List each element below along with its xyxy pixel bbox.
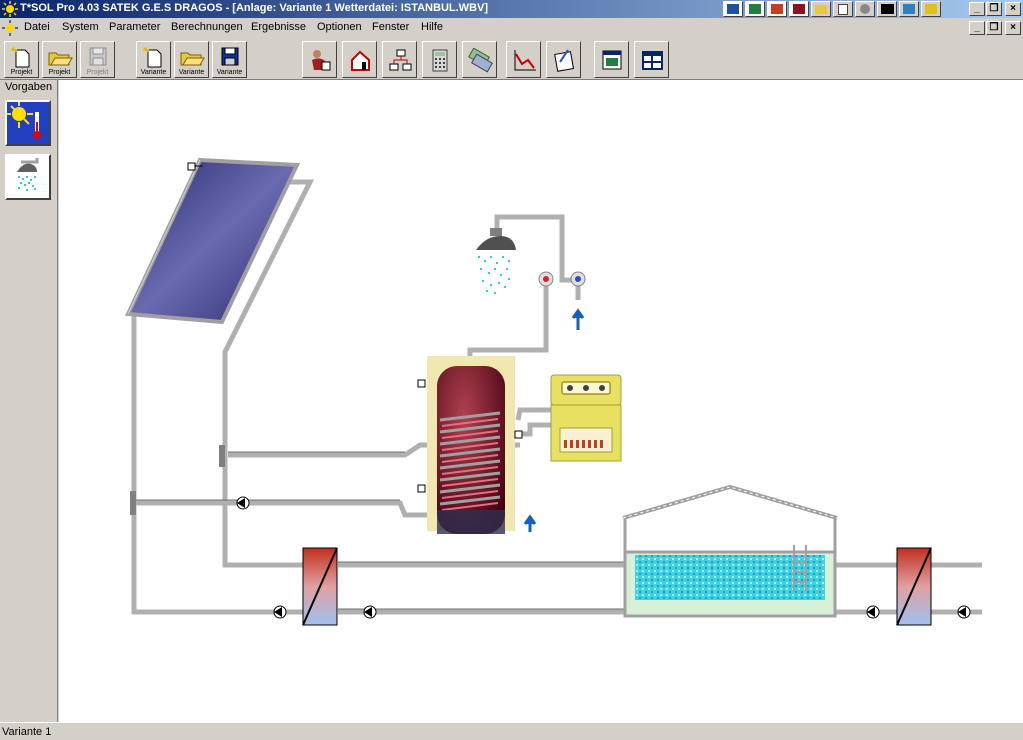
save-disk-icon [221, 47, 239, 66]
collector-return-valve-2[interactable] [130, 491, 136, 515]
solar-collector[interactable] [124, 157, 301, 325]
restore-button[interactable]: ❐ [986, 2, 1002, 16]
calculator-icon [432, 49, 448, 72]
menu-berechnungen[interactable]: Berechnungen [171, 21, 243, 33]
swimming-pool[interactable] [622, 484, 838, 618]
word-icon[interactable] [723, 1, 743, 17]
chart-tool-button[interactable] [506, 41, 541, 78]
menu-bar: Datei System Parameter Berechnungen Erge… [0, 18, 1023, 38]
save-disk-icon [89, 47, 107, 66]
tank-inlet-arrow-icon [523, 514, 537, 532]
person-tool-button[interactable] [302, 41, 337, 78]
menu-datei[interactable]: Datei [24, 21, 50, 33]
open-folder-icon [180, 52, 205, 66]
solar-controller[interactable] [550, 374, 622, 462]
mdi-close-button[interactable]: × [1005, 21, 1021, 35]
excel-icon[interactable] [745, 1, 765, 17]
shower-outlet[interactable] [476, 228, 516, 294]
report-tool-button[interactable] [546, 41, 581, 78]
table-icon [642, 51, 663, 70]
tank-sensor-side[interactable] [514, 430, 523, 439]
close-button[interactable]: × [1005, 2, 1021, 16]
open-variant-label: Variante [178, 69, 205, 76]
house-tool-button[interactable] [342, 41, 377, 78]
collector-return-valve-1[interactable] [219, 445, 225, 467]
window-tool-button[interactable] [594, 41, 629, 78]
storage-tank[interactable] [417, 356, 523, 534]
cold-inlet-arrow-icon [571, 308, 585, 330]
access-icon[interactable] [789, 1, 809, 17]
table-tool-button[interactable] [634, 41, 669, 78]
new-variant-button[interactable]: Variante [136, 41, 171, 78]
tools-icon[interactable] [921, 1, 941, 17]
sun-thermometer-icon [7, 102, 49, 144]
taskbar-tray [723, 1, 941, 17]
menu-fenster[interactable]: Fenster [372, 21, 409, 33]
save-variant-button[interactable]: Variante [212, 41, 247, 78]
image-icon[interactable] [899, 1, 919, 17]
open-project-label: Projekt [48, 69, 71, 76]
menu-hilfe[interactable]: Hilfe [421, 21, 443, 33]
money-icon [468, 48, 493, 73]
panel-title: Vorgaben [5, 81, 53, 93]
folder-icon[interactable] [811, 1, 831, 17]
network-tool-button[interactable] [382, 41, 417, 78]
shower-icon [7, 156, 49, 198]
mdi-minimize-button[interactable]: _ [969, 21, 985, 35]
file-icon[interactable] [833, 1, 853, 17]
solar-system-schematic [124, 157, 982, 626]
open-folder-icon [48, 52, 73, 66]
hot-water-button[interactable] [5, 154, 51, 200]
heat-exchanger-2[interactable] [896, 547, 932, 626]
new-variant-label: Variante [140, 69, 167, 76]
sun-app-icon[interactable] [2, 1, 18, 17]
powerpoint-icon[interactable] [767, 1, 787, 17]
money-tool-button[interactable] [462, 41, 497, 78]
calculator-tool-button[interactable] [422, 41, 457, 78]
open-variant-button[interactable]: Variante [174, 41, 209, 78]
weather-data-button[interactable] [5, 100, 51, 146]
window-title: T*SOL Pro 4.03 SATEK G.E.S DRAGOS - [Anl… [20, 2, 488, 14]
new-project-label: Projekt [10, 69, 33, 76]
minimize-button[interactable]: _ [969, 2, 985, 16]
status-bar: Variante 1 [0, 722, 1023, 740]
system-diagram-canvas [59, 80, 1023, 722]
tank-sensor-top[interactable] [417, 379, 426, 388]
collector-sensor[interactable] [187, 162, 196, 171]
person-icon [312, 50, 331, 71]
title-bar: T*SOL Pro 4.03 SATEK G.E.S DRAGOS - [Anl… [0, 0, 1023, 18]
sun-document-icon[interactable] [2, 20, 18, 36]
toolbar: Projekt Projekt Projekt Variante Variant… [0, 38, 1023, 80]
house-icon [351, 50, 370, 71]
pipe-outlines [136, 451, 625, 610]
menu-optionen[interactable]: Optionen [317, 21, 362, 33]
terminal-icon[interactable] [877, 1, 897, 17]
new-file-icon [143, 47, 162, 68]
menu-ergebnisse[interactable]: Ergebnisse [251, 21, 306, 33]
heat-exchanger-1[interactable] [302, 547, 338, 626]
new-project-button[interactable]: Projekt [4, 41, 39, 78]
menu-parameter[interactable]: Parameter [109, 21, 160, 33]
tank-sensor-bottom[interactable] [417, 484, 426, 493]
save-project-button[interactable]: Projekt [80, 41, 115, 78]
window-icon [602, 50, 622, 70]
save-project-label: Projekt [86, 69, 109, 76]
status-text: Variante 1 [2, 726, 52, 738]
network-icon [389, 49, 412, 71]
settings-icon[interactable] [855, 1, 875, 17]
open-project-button[interactable]: Projekt [42, 41, 77, 78]
save-variant-label: Variante [216, 69, 243, 76]
menu-system[interactable]: System [62, 21, 99, 33]
new-file-icon [11, 47, 30, 68]
vorgaben-panel: Vorgaben [0, 80, 58, 722]
report-icon [554, 49, 575, 72]
chart-icon [514, 50, 536, 71]
mdi-restore-button[interactable]: ❐ [986, 21, 1002, 35]
